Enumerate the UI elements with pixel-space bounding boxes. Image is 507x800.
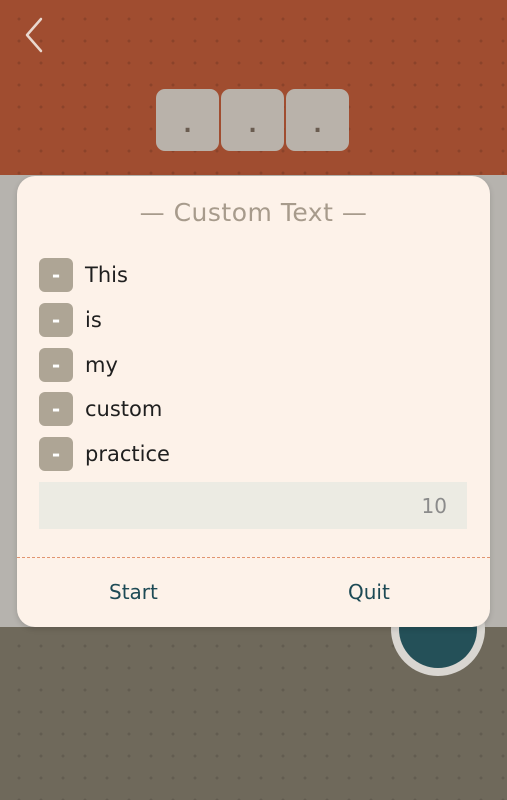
divider (17, 557, 490, 558)
quit-button[interactable]: Quit (348, 580, 390, 604)
word-label: custom (85, 397, 163, 421)
word-item: - custom (39, 392, 162, 426)
start-button[interactable]: Start (109, 580, 158, 604)
word-label: This (85, 263, 128, 287)
word-label: is (85, 308, 102, 332)
letter-tile: . (156, 89, 219, 151)
repeat-count-input[interactable]: 10 (39, 482, 467, 529)
word-label: practice (85, 442, 170, 466)
remove-word-button[interactable]: - (39, 348, 73, 382)
remove-word-button[interactable]: - (39, 392, 73, 426)
letter-tiles: . . . (156, 89, 349, 151)
remove-word-button[interactable]: - (39, 437, 73, 471)
back-button[interactable] (18, 14, 50, 56)
word-item: - This (39, 258, 128, 292)
letter-tile: . (221, 89, 284, 151)
dialog-title: — Custom Text — (139, 198, 368, 227)
chevron-left-icon (25, 17, 43, 53)
word-item: - is (39, 303, 102, 337)
word-item: - practice (39, 437, 170, 471)
custom-text-dialog: — Custom Text — - This - is - my - custo… (17, 176, 490, 627)
word-label: my (85, 353, 118, 377)
word-item: - my (39, 348, 118, 382)
letter-tile: . (286, 89, 349, 151)
remove-word-button[interactable]: - (39, 258, 73, 292)
remove-word-button[interactable]: - (39, 303, 73, 337)
